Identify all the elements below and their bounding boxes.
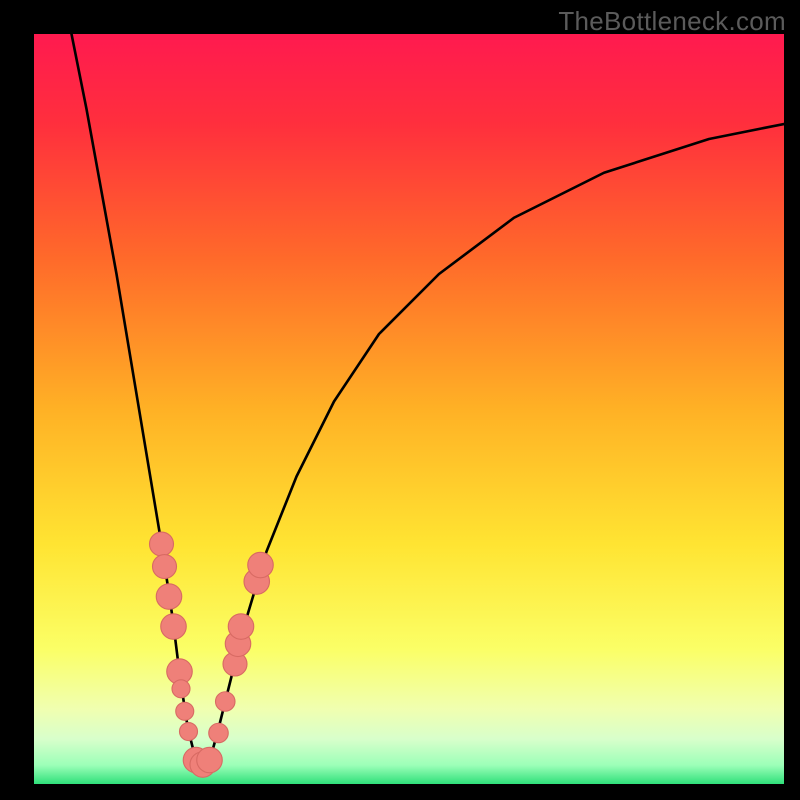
data-marker bbox=[153, 555, 177, 579]
data-marker bbox=[228, 614, 254, 640]
data-marker bbox=[248, 552, 274, 578]
data-marker bbox=[197, 747, 223, 773]
data-marker bbox=[216, 692, 236, 711]
curve-layer bbox=[34, 34, 784, 784]
data-marker bbox=[176, 702, 194, 720]
data-marker bbox=[180, 723, 198, 741]
plot-area bbox=[34, 34, 784, 784]
data-marker bbox=[156, 584, 181, 610]
data-marker bbox=[209, 723, 229, 743]
chart-stage: TheBottleneck.com bbox=[0, 0, 800, 800]
data-marker bbox=[161, 614, 187, 640]
bottleneck-curve bbox=[72, 34, 785, 765]
watermark-text: TheBottleneck.com bbox=[558, 6, 786, 37]
data-marker bbox=[172, 680, 190, 698]
data-marker bbox=[150, 532, 174, 556]
data-markers bbox=[150, 532, 274, 777]
